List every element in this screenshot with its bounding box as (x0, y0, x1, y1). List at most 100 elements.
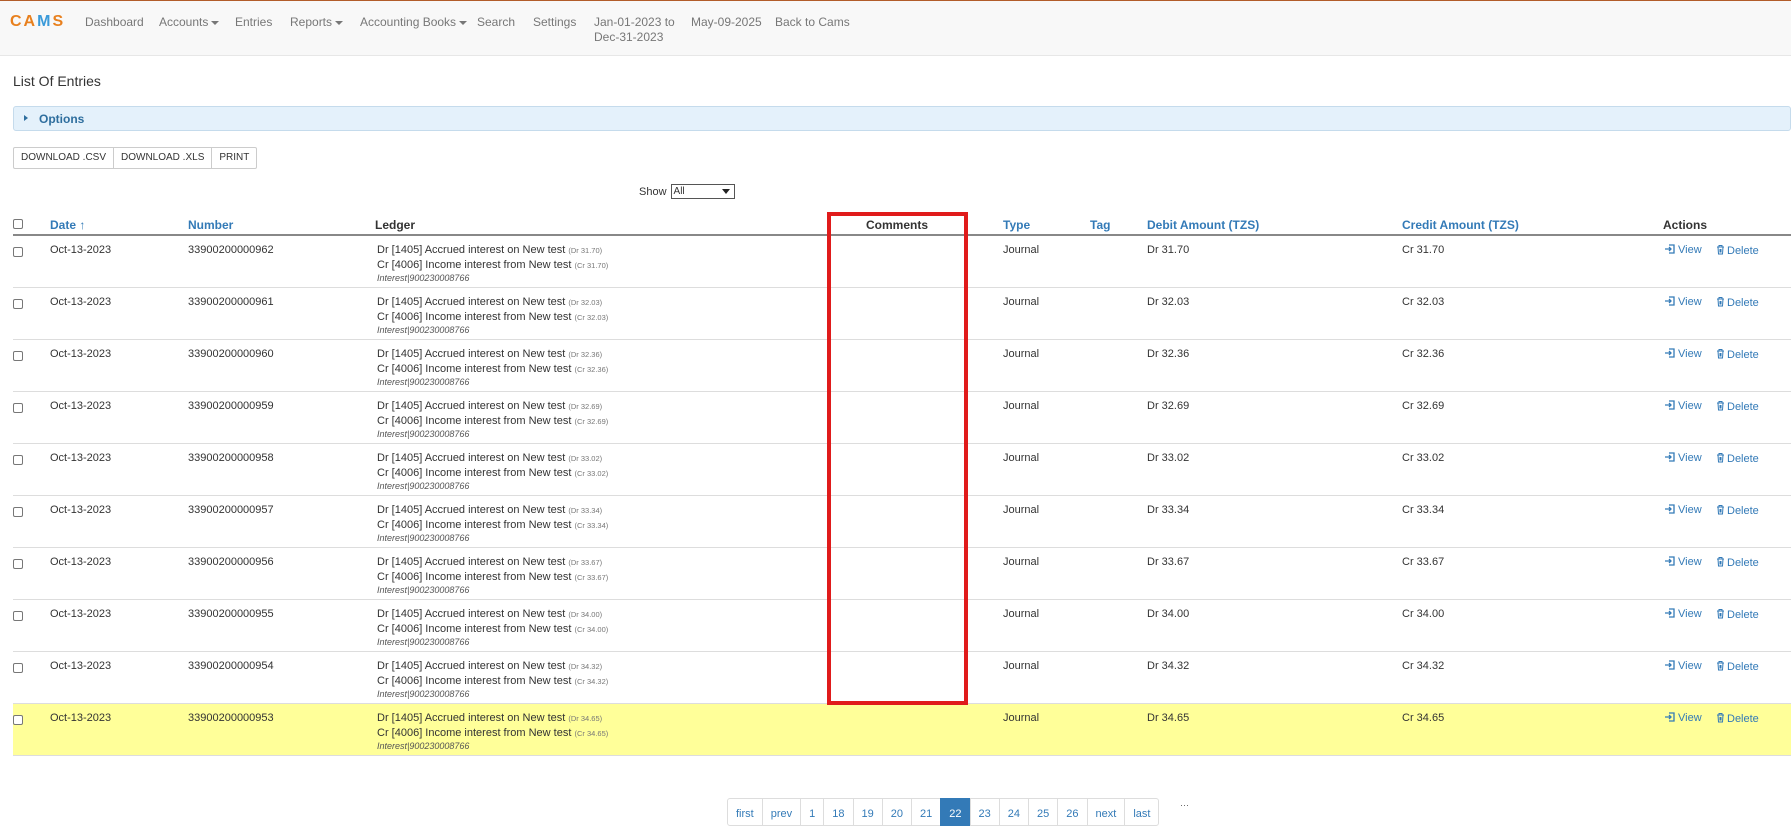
debit-ledger-amount: (Dr 33.67) (568, 558, 603, 567)
view-link[interactable]: View (1665, 400, 1702, 412)
nav-entries[interactable]: Entries (235, 15, 272, 30)
view-link[interactable]: View (1665, 296, 1702, 308)
show-select[interactable]: All (670, 184, 735, 199)
row-date: Oct-13-2023 (50, 296, 112, 308)
view-link[interactable]: View (1665, 244, 1702, 256)
delete-link[interactable]: Delete (1716, 556, 1759, 569)
delete-link[interactable]: Delete (1716, 452, 1759, 465)
row-checkbox[interactable] (13, 507, 23, 517)
trash-icon (1716, 661, 1727, 673)
row-narration: Interest|900230008766 (377, 481, 470, 491)
credit-ledger-amount: (Cr 33.34) (574, 521, 609, 530)
options-accordion[interactable]: Options (13, 106, 1791, 131)
view-link[interactable]: View (1665, 608, 1702, 620)
row-narration: Interest|900230008766 (377, 533, 470, 543)
row-debit-amount: Dr 32.03 (1147, 296, 1190, 308)
pagination-21[interactable]: 21 (911, 798, 942, 826)
nav-search[interactable]: Search (477, 15, 515, 30)
nav-period[interactable]: Jan-01-2023 to Dec-31-2023 (594, 15, 675, 45)
pagination-25[interactable]: 25 (1028, 798, 1059, 826)
pagination-last[interactable]: last (1124, 798, 1160, 826)
nav-accounts[interactable]: Accounts (159, 15, 220, 30)
delete-link[interactable]: Delete (1716, 608, 1759, 621)
sign-in-icon (1665, 712, 1678, 724)
print-button[interactable]: PRINT (211, 147, 258, 169)
row-number: 33900200000955 (188, 608, 274, 620)
row-checkbox[interactable] (13, 559, 23, 569)
debit-ledger-line: Dr [1405] Accrued interest on New test (377, 244, 566, 256)
download-csv-button[interactable]: DOWNLOAD .CSV (13, 147, 115, 169)
pagination-prev[interactable]: prev (761, 798, 802, 826)
debit-ledger-line: Dr [1405] Accrued interest on New test (377, 660, 566, 672)
row-ledger: Dr [1405] Accrued interest on New test (… (377, 711, 608, 752)
nav-reports[interactable]: Reports (290, 15, 344, 30)
delete-link[interactable]: Delete (1716, 504, 1759, 517)
delete-link[interactable]: Delete (1716, 348, 1759, 361)
column-tag-sort[interactable]: Tag (1090, 218, 1110, 232)
row-checkbox[interactable] (13, 299, 23, 309)
delete-link[interactable]: Delete (1716, 400, 1759, 413)
trash-icon (1716, 349, 1727, 361)
select-all-checkbox[interactable] (13, 219, 23, 229)
pagination-18[interactable]: 18 (823, 798, 854, 826)
row-number: 33900200000959 (188, 400, 274, 412)
sign-in-icon (1665, 452, 1678, 464)
debit-ledger-line: Dr [1405] Accrued interest on New test (377, 504, 566, 516)
row-checkbox[interactable] (13, 611, 23, 621)
delete-link[interactable]: Delete (1716, 660, 1759, 673)
download-xls-button[interactable]: DOWNLOAD .XLS (113, 147, 213, 169)
row-type: Journal (1003, 296, 1040, 308)
row-credit-amount: Cr 34.00 (1402, 608, 1445, 620)
pagination-20[interactable]: 20 (881, 798, 913, 826)
view-link[interactable]: View (1665, 348, 1702, 360)
row-debit-amount: Dr 32.36 (1147, 348, 1190, 360)
debit-ledger-line: Dr [1405] Accrued interest on New test (377, 712, 566, 724)
chevron-down-icon (335, 20, 344, 25)
trash-icon (1716, 713, 1727, 725)
row-checkbox[interactable] (13, 403, 23, 413)
trash-icon (1716, 505, 1727, 517)
column-number-sort[interactable]: Number (188, 218, 233, 232)
nav-dashboard[interactable]: Dashboard (85, 15, 144, 30)
row-checkbox[interactable] (13, 663, 23, 673)
pagination-22[interactable]: 22 (940, 798, 971, 826)
debit-ledger-amount: (Dr 34.65) (568, 714, 603, 723)
delete-link[interactable]: Delete (1716, 712, 1759, 725)
column-credit-sort[interactable]: Credit Amount (TZS) (1402, 218, 1519, 232)
row-ledger: Dr [1405] Accrued interest on New test (… (377, 347, 608, 388)
delete-link[interactable]: Delete (1716, 244, 1759, 257)
pagination-1[interactable]: 1 (800, 798, 825, 826)
view-link[interactable]: View (1665, 556, 1702, 568)
nav-back-to-cams[interactable]: Back to Cams (775, 15, 850, 30)
column-debit-sort[interactable]: Debit Amount (TZS) (1147, 218, 1259, 232)
column-date-sort[interactable]: Date ↑ (50, 218, 85, 232)
view-link[interactable]: View (1665, 712, 1702, 724)
view-link[interactable]: View (1665, 660, 1702, 672)
view-link[interactable]: View (1665, 452, 1702, 464)
pagination-19[interactable]: 19 (852, 798, 883, 826)
sign-in-icon (1665, 296, 1678, 308)
row-debit-amount: Dr 31.70 (1147, 244, 1190, 256)
sign-in-icon (1665, 244, 1678, 256)
pagination-23[interactable]: 23 (969, 798, 1000, 826)
row-debit-amount: Dr 32.69 (1147, 400, 1190, 412)
nav-settings[interactable]: Settings (533, 15, 576, 30)
nav-today-date[interactable]: May-09-2025 (691, 15, 762, 30)
pagination-26[interactable]: 26 (1057, 798, 1088, 826)
delete-link[interactable]: Delete (1716, 296, 1759, 309)
pagination-24[interactable]: 24 (998, 798, 1030, 826)
row-checkbox[interactable] (13, 351, 23, 361)
row-checkbox[interactable] (13, 715, 23, 725)
pagination: first prev 1 18 19 20 21 22 23 24 25 26 next last (727, 798, 1160, 826)
cams-logo[interactable]: CAMS (10, 13, 65, 31)
pagination-first[interactable]: first (727, 798, 763, 826)
nav-accounting-books[interactable]: Accounting Books (360, 15, 468, 30)
row-checkbox[interactable] (13, 247, 23, 257)
debit-ledger-line: Dr [1405] Accrued interest on New test (377, 400, 566, 412)
options-label: Options (39, 112, 85, 126)
row-narration: Interest|900230008766 (377, 689, 470, 699)
pagination-next[interactable]: next (1086, 798, 1126, 826)
view-link[interactable]: View (1665, 504, 1702, 516)
row-checkbox[interactable] (13, 455, 23, 465)
column-type-sort[interactable]: Type (1003, 218, 1030, 232)
